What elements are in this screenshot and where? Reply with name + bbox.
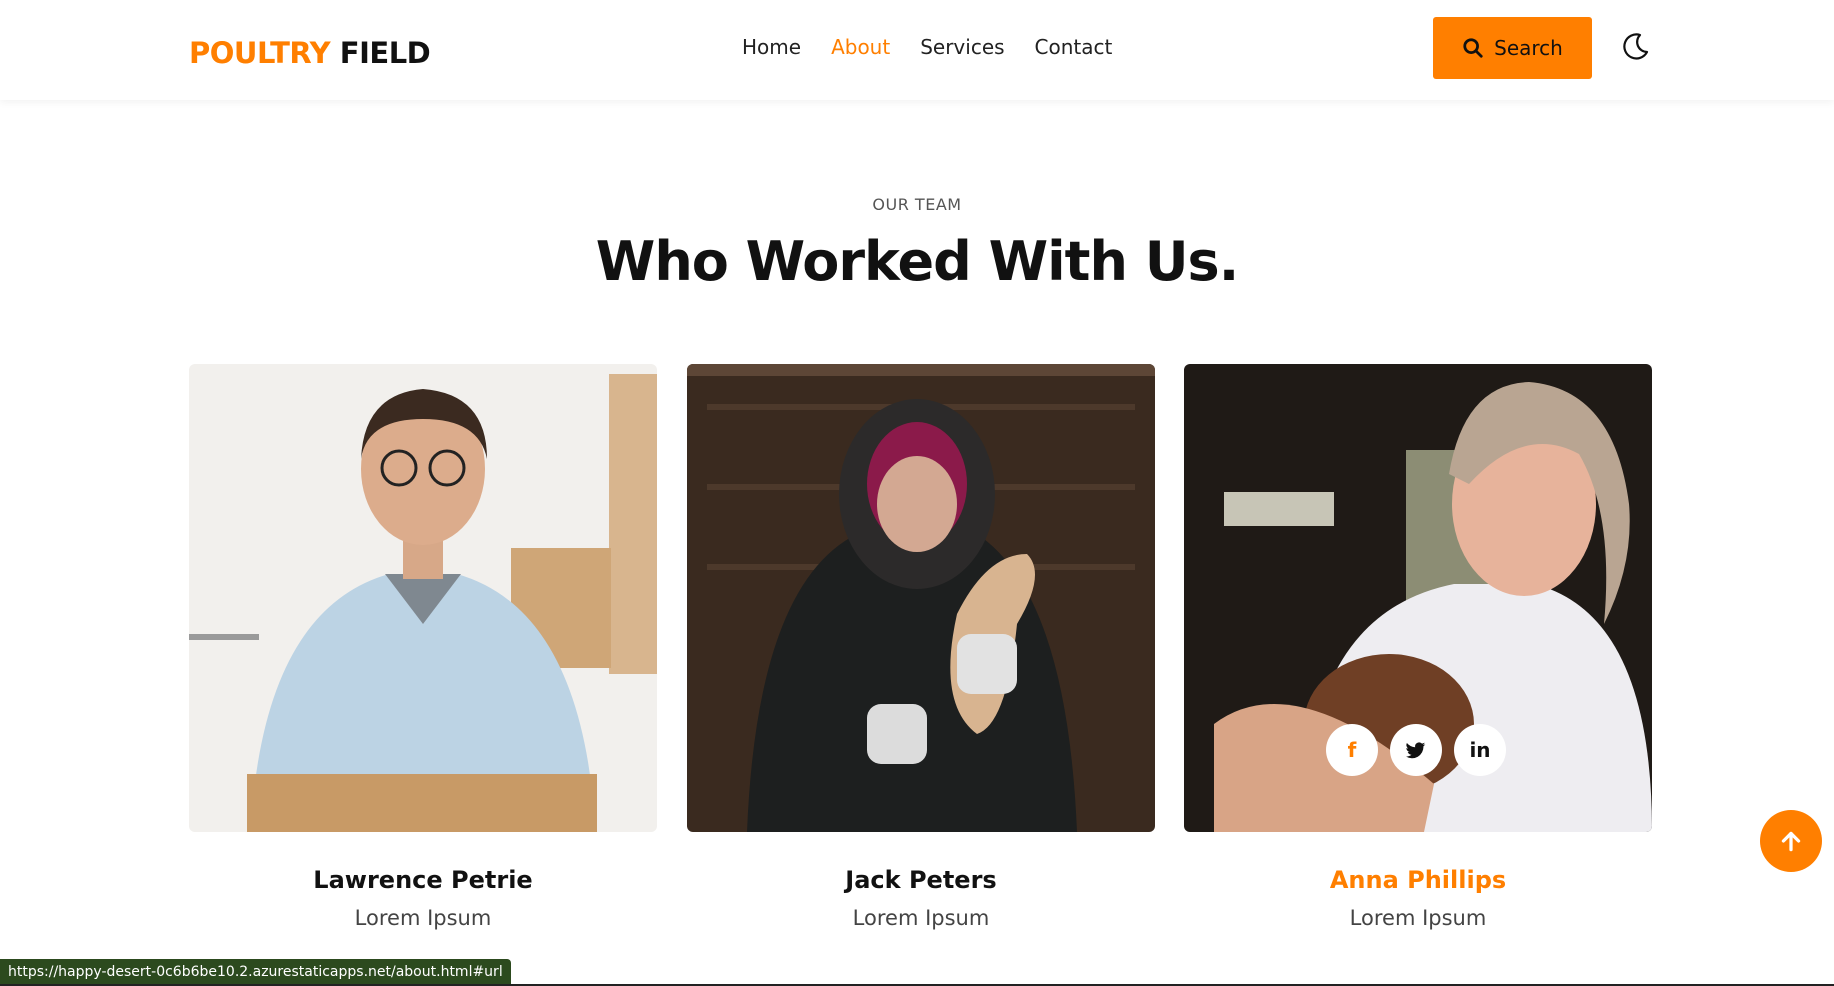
team-card-3[interactable]: f in Anna Phillips Lorem Ipsum: [1184, 364, 1652, 930]
team-card-2[interactable]: Jack Peters Lorem Ipsum: [687, 364, 1155, 930]
search-button[interactable]: Search: [1433, 17, 1592, 79]
linkedin-link[interactable]: in: [1454, 724, 1506, 776]
arrow-up-icon: [1781, 831, 1801, 852]
nav-about[interactable]: About: [831, 35, 890, 59]
main-nav: Home About Services Contact: [742, 35, 1112, 59]
team-photo-3: f in: [1184, 364, 1652, 832]
twitter-icon: [1405, 742, 1426, 759]
facebook-icon: f: [1347, 738, 1357, 762]
team-name-2: Jack Peters: [845, 866, 997, 894]
brand-part-1: POULTRY: [189, 36, 331, 70]
moon-icon: [1623, 33, 1649, 60]
section-eyebrow: OUR TEAM: [872, 195, 962, 214]
nav-contact[interactable]: Contact: [1035, 35, 1113, 59]
nav-services[interactable]: Services: [920, 35, 1004, 59]
team-role-1: Lorem Ipsum: [354, 906, 492, 930]
linkedin-icon: in: [1469, 738, 1491, 762]
social-links: f in: [1326, 724, 1506, 776]
search-icon: [1463, 38, 1483, 58]
status-bar-url: https://happy-desert-0c6b6be10.2.azurest…: [0, 959, 511, 985]
team-role-2: Lorem Ipsum: [852, 906, 990, 930]
search-label: Search: [1494, 36, 1563, 60]
site-header: POULTRY FIELD Home About Services Contac…: [0, 0, 1834, 100]
back-to-top-button[interactable]: [1760, 810, 1822, 872]
team-name-1: Lawrence Petrie: [313, 866, 533, 894]
team-card-1[interactable]: Lawrence Petrie Lorem Ipsum: [189, 364, 657, 930]
team-name-3: Anna Phillips: [1329, 866, 1507, 894]
theme-toggle-button[interactable]: [1618, 30, 1652, 64]
facebook-link[interactable]: f: [1326, 724, 1378, 776]
brand-part-2: FIELD: [339, 36, 431, 70]
brand-logo[interactable]: POULTRY FIELD: [189, 36, 431, 70]
team-photo-2: [687, 364, 1155, 832]
team-role-3: Lorem Ipsum: [1349, 906, 1487, 930]
team-photo-1: [189, 364, 657, 832]
section-title: Who Worked With Us.: [595, 230, 1239, 293]
nav-home[interactable]: Home: [742, 35, 801, 59]
twitter-link[interactable]: [1390, 724, 1442, 776]
